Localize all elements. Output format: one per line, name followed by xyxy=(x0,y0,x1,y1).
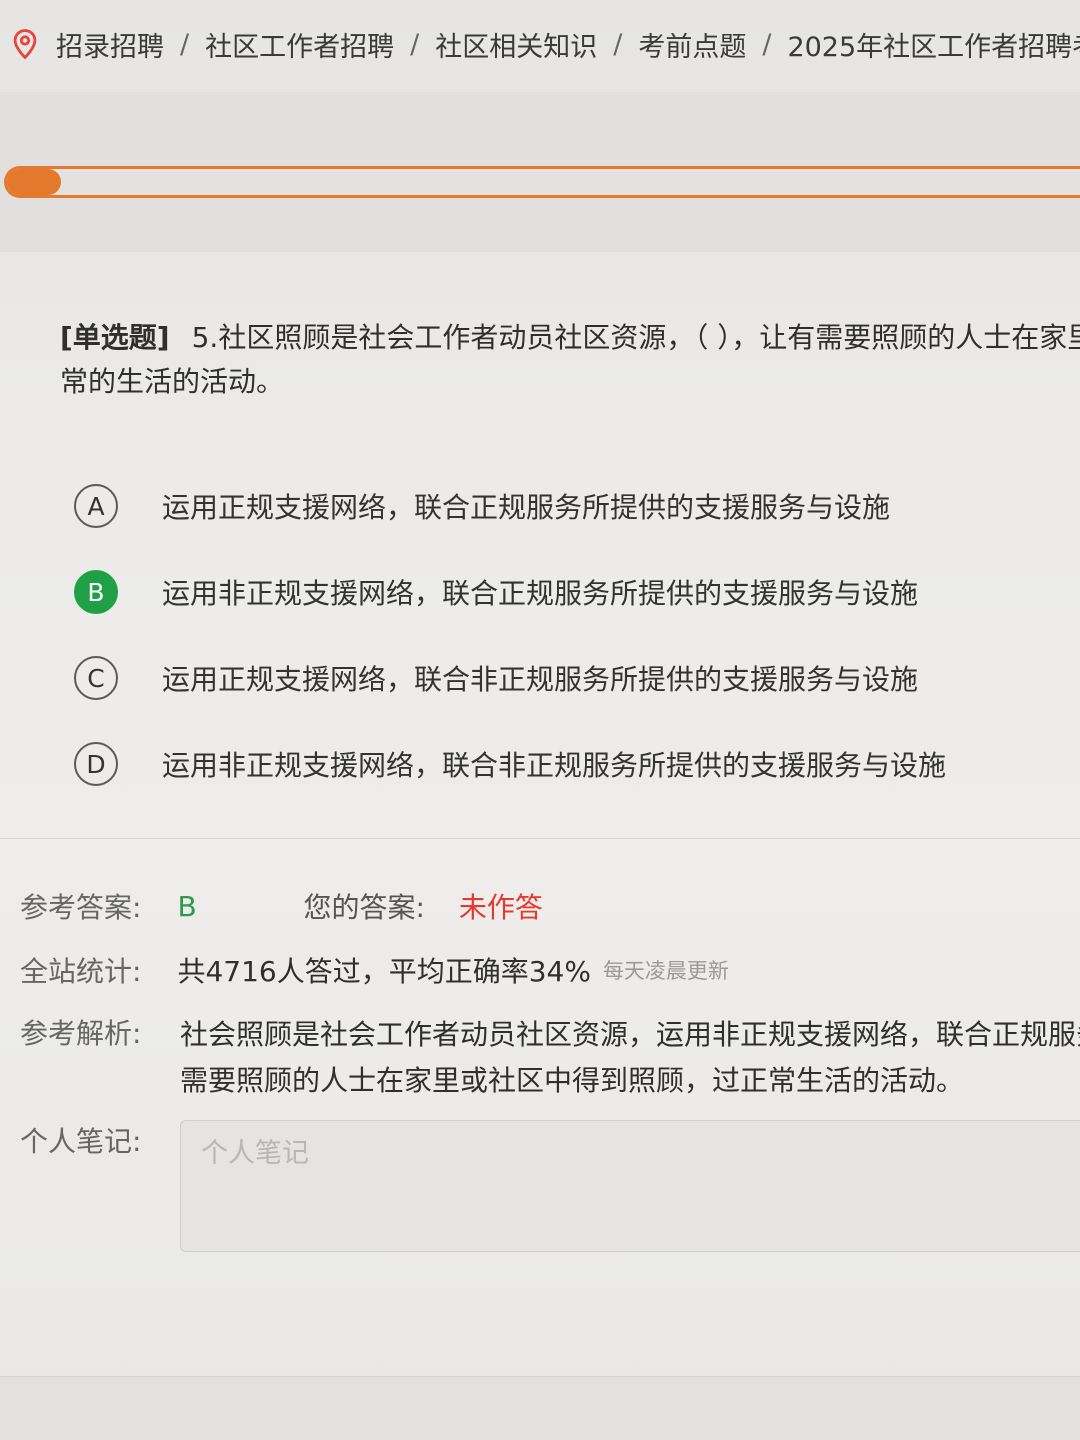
stats-update-note: 每天凌晨更新 xyxy=(602,959,729,983)
reference-answer-label: 参考答案: xyxy=(20,891,142,924)
stats-label: 全站统计: xyxy=(20,955,142,988)
option-a[interactable]: A 运用正规支援网络，联合正规服务所提供的支援服务与设施 xyxy=(74,478,1074,534)
breadcrumb-separator: / xyxy=(180,28,190,60)
option-letter-d: D xyxy=(74,742,118,786)
question-line-2: 常的生活的活动。 xyxy=(60,365,285,398)
footer-area xyxy=(0,1376,1080,1440)
option-text-d: 运用非正规支援网络，联合非正规服务所提供的支援服务与设施 xyxy=(162,749,947,782)
stats-row: 全站统计: 共4716人答过，平均正确率34% 每天凌晨更新 xyxy=(20,948,1080,992)
option-letter-b: B xyxy=(74,570,118,614)
answer-row: 参考答案: B 您的答案: 未作答 xyxy=(20,884,1080,928)
breadcrumb-separator: / xyxy=(410,28,420,60)
question-stem: [单选题] 5.社区照顾是社会工作者动员社区资源，（ ），让有需要照顾的人士在家里… xyxy=(60,316,1080,404)
breadcrumb: 招录招聘 / 社区工作者招聘 / 社区相关知识 / 考前点题 / 2025年社区… xyxy=(8,14,1080,74)
analysis-line-1: 社会照顾是社会工作者动员社区资源，运用非正规支援网络，联合正规服务所提供的支援服… xyxy=(180,1018,1080,1051)
question-type-label: [单选题] xyxy=(60,321,170,354)
page: 招录招聘 / 社区工作者招聘 / 社区相关知识 / 考前点题 / 2025年社区… xyxy=(0,0,1080,1440)
personal-notes-input[interactable] xyxy=(180,1120,1080,1252)
progress-fill xyxy=(7,169,61,195)
location-pin-icon xyxy=(13,29,37,60)
stats-value: 共4716人答过，平均正确率34% xyxy=(177,955,591,988)
progress-bar xyxy=(4,166,1080,198)
option-d[interactable]: D 运用非正规支援网络，联合非正规服务所提供的支援服务与设施 xyxy=(74,736,1074,792)
section-divider xyxy=(0,838,1080,839)
breadcrumb-item-2025-exam[interactable]: 2025年社区工作者招聘考试 xyxy=(787,25,1080,64)
option-text-a: 运用正规支援网络，联合正规服务所提供的支援服务与设施 xyxy=(162,491,891,524)
analysis-line-2: 需要照顾的人士在家里或社区中得到照顾，过正常生活的活动。 xyxy=(180,1064,965,1097)
breadcrumb-item-exam-tips[interactable]: 考前点题 xyxy=(638,25,746,64)
breadcrumb-item-recruitment[interactable]: 招录招聘 xyxy=(56,25,164,64)
option-b[interactable]: B 运用非正规支援网络，联合正规服务所提供的支援服务与设施 xyxy=(74,564,1074,620)
reference-answer-value: B xyxy=(177,889,197,923)
option-letter-c: C xyxy=(74,656,118,700)
question-text: 5.社区照顾是社会工作者动员社区资源，（ ），让有需要照顾的人士在家里或社区中得… xyxy=(191,321,1080,354)
option-c[interactable]: C 运用正规支援网络，联合非正规服务所提供的支援服务与设施 xyxy=(74,650,1074,706)
breadcrumb-item-community-knowledge[interactable]: 社区相关知识 xyxy=(435,25,597,64)
option-letter-a: A xyxy=(74,484,118,528)
analysis-text: 社会照顾是社会工作者动员社区资源，运用非正规支援网络，联合正规服务所提供的支援服… xyxy=(180,1012,1080,1104)
breadcrumb-separator: / xyxy=(613,28,623,60)
analysis-label: 参考解析: xyxy=(20,1017,142,1050)
notes-label: 个人笔记: xyxy=(20,1125,142,1158)
breadcrumb-separator: / xyxy=(762,28,772,60)
option-text-c: 运用正规支援网络，联合非正规服务所提供的支援服务与设施 xyxy=(162,663,919,696)
question-line-1: [单选题] 5.社区照顾是社会工作者动员社区资源，（ ），让有需要照顾的人士在家里… xyxy=(60,316,1080,360)
your-answer-label: 您的答案: xyxy=(303,891,425,924)
your-answer-value: 未作答 xyxy=(458,891,543,924)
option-text-b: 运用非正规支援网络，联合正规服务所提供的支援服务与设施 xyxy=(162,577,919,610)
breadcrumb-item-community-worker[interactable]: 社区工作者招聘 xyxy=(205,25,394,64)
